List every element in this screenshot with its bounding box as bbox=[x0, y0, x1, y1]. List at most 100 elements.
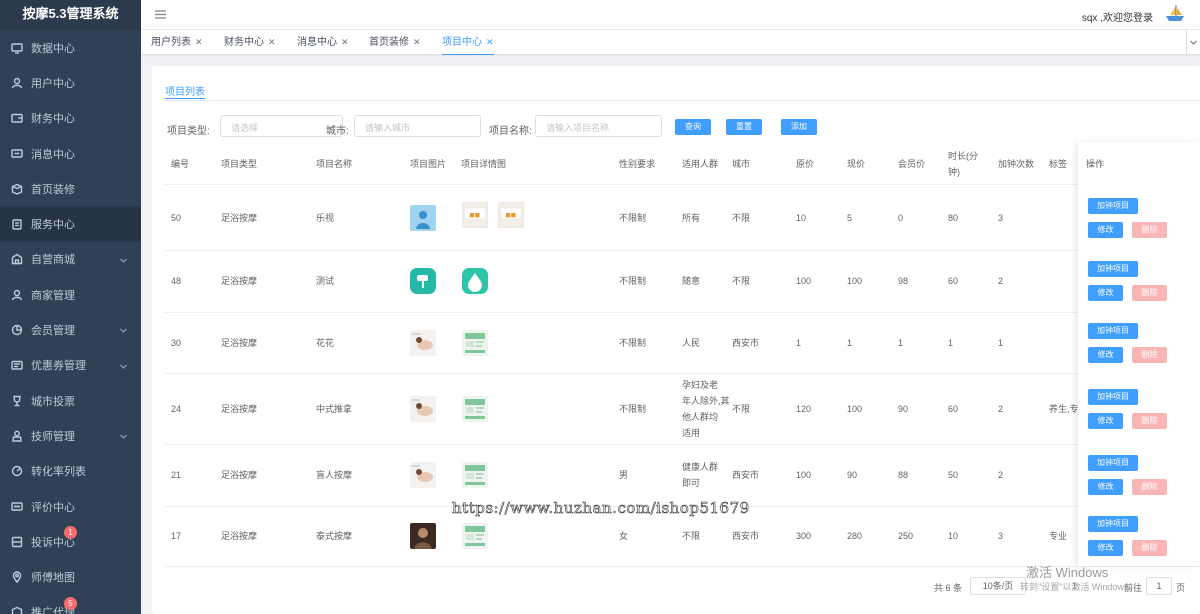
cell-crowd: 所有 bbox=[682, 212, 701, 223]
search-button[interactable]: 查询 bbox=[675, 119, 711, 135]
add-time-button[interactable]: 加钟项目 bbox=[1088, 322, 1138, 339]
cell-tag: 养生,专 bbox=[1049, 403, 1079, 414]
edit-button[interactable]: 修改 bbox=[1088, 346, 1123, 363]
close-icon[interactable]: ✕ bbox=[413, 37, 421, 47]
sidebar-item-label: 财务中心 bbox=[31, 113, 75, 126]
welcome-text: sqx ,欢迎您登录 bbox=[1081, 13, 1153, 24]
project-image[interactable] bbox=[410, 523, 436, 549]
project-image[interactable] bbox=[410, 204, 436, 231]
city-input-placeholder: 请输入城市 bbox=[365, 123, 411, 133]
avatar[interactable] bbox=[1164, 3, 1186, 25]
add-time-button[interactable]: 加钟项目 bbox=[1088, 261, 1138, 277]
sidebar-item-label: 服务中心 bbox=[31, 219, 75, 232]
name-input[interactable]: 请输入项目名称 bbox=[535, 115, 662, 137]
detail-image[interactable]: ■■ bbox=[498, 201, 530, 234]
row-divider bbox=[165, 373, 1200, 374]
sidebar-item[interactable]: 消息中心 bbox=[0, 136, 141, 171]
detail-image[interactable] bbox=[462, 395, 488, 422]
tab-scroll-button[interactable] bbox=[1186, 30, 1200, 55]
detail-image[interactable] bbox=[462, 268, 488, 294]
delete-button[interactable]: 删除 bbox=[1132, 412, 1167, 429]
cell-crowd: 随意 bbox=[682, 276, 701, 286]
page-size-select[interactable]: 10条/页 bbox=[970, 577, 1026, 595]
tab-label: 项目中心 bbox=[442, 37, 482, 48]
sidebar-item-label: 商家管理 bbox=[31, 289, 75, 302]
sidebar-item[interactable]: 数据中心 bbox=[0, 30, 141, 65]
goto-input[interactable]: 1 bbox=[1146, 577, 1172, 595]
detail-image[interactable]: ■■ bbox=[462, 201, 494, 234]
chevron-down-icon bbox=[120, 255, 127, 263]
add-time-button[interactable]: 加钟项目 bbox=[1088, 197, 1138, 214]
detail-image[interactable] bbox=[462, 329, 488, 356]
edit-button[interactable]: 修改 bbox=[1088, 479, 1123, 495]
reset-button[interactable]: 重置 bbox=[726, 119, 762, 135]
edit-button[interactable]: 修改 bbox=[1088, 285, 1123, 301]
tab-project-center[interactable]: 项目中心 ✕ bbox=[442, 30, 494, 55]
add-button[interactable]: 添加 bbox=[781, 119, 817, 135]
delete-button[interactable]: 删除 bbox=[1132, 285, 1167, 301]
tab-finance[interactable]: 财务中心 ✕ bbox=[224, 30, 276, 55]
sidebar-item[interactable]: 技师管理 bbox=[0, 418, 141, 453]
sidebar-item[interactable]: 首页装修 bbox=[0, 171, 141, 206]
project-image[interactable] bbox=[410, 329, 436, 356]
cell-name: 盲人按摩 bbox=[316, 470, 353, 480]
complaint-icon bbox=[11, 536, 23, 548]
close-icon[interactable]: ✕ bbox=[341, 37, 349, 47]
sidebar-item[interactable]: 财务中心 bbox=[0, 101, 141, 136]
sidebar-item[interactable]: 会员管理 bbox=[0, 312, 141, 347]
svg-text:■■: ■■ bbox=[505, 212, 516, 218]
add-time-button[interactable]: 加钟项目 bbox=[1088, 516, 1138, 532]
notification-badge: 1 bbox=[64, 526, 77, 540]
divider bbox=[165, 100, 1200, 101]
project-image[interactable] bbox=[410, 268, 436, 294]
delete-button[interactable]: 删除 bbox=[1132, 540, 1167, 556]
add-time-button[interactable]: 加钟项目 bbox=[1088, 388, 1138, 405]
sidebar-item[interactable]: 自营商城 bbox=[0, 242, 141, 277]
sidebar-item[interactable]: 商家管理 bbox=[0, 277, 141, 312]
tab-messages[interactable]: 消息中心 ✕ bbox=[297, 30, 349, 55]
tab-user-list[interactable]: 用户列表 ✕ bbox=[151, 30, 203, 55]
coupon-icon bbox=[11, 359, 23, 371]
close-icon[interactable]: ✕ bbox=[486, 37, 494, 47]
sidebar-item[interactable]: 城市投票 bbox=[0, 383, 141, 418]
detail-image[interactable] bbox=[462, 523, 488, 549]
sidebar-item[interactable]: 服务中心 bbox=[0, 206, 141, 242]
col-header-price: 原价 bbox=[796, 159, 815, 169]
cell-crowd: 人民 bbox=[682, 337, 701, 348]
cell-extra: 2 bbox=[998, 470, 1004, 480]
cell-dur: 60 bbox=[948, 403, 959, 414]
cell-city: 西安市 bbox=[732, 470, 760, 480]
sidebar-item[interactable]: 评价中心 bbox=[0, 489, 141, 524]
close-icon[interactable]: ✕ bbox=[195, 37, 203, 47]
detail-image[interactable] bbox=[462, 462, 488, 488]
cell-now: 5 bbox=[847, 212, 853, 223]
sidebar-item[interactable]: 师傅地图 bbox=[0, 559, 141, 594]
tab-home-decor[interactable]: 首页装修 ✕ bbox=[369, 30, 421, 55]
tab-project-list[interactable]: 项目列表 bbox=[165, 83, 205, 99]
close-icon[interactable]: ✕ bbox=[268, 37, 276, 47]
delete-button[interactable]: 删除 bbox=[1132, 221, 1167, 238]
sidebar-item[interactable]: 推广代理 5 bbox=[0, 595, 141, 614]
sidebar-item-label: 师傅地图 bbox=[31, 572, 75, 585]
sidebar-item[interactable]: 转化率列表 bbox=[0, 454, 141, 489]
cell-vip: 88 bbox=[898, 470, 909, 480]
type-select[interactable]: 请选择 bbox=[220, 115, 343, 137]
cell-gender: 不限制 bbox=[619, 212, 647, 223]
hamburger-icon[interactable] bbox=[155, 9, 166, 20]
project-image[interactable] bbox=[410, 395, 436, 422]
edit-button[interactable]: 修改 bbox=[1088, 221, 1123, 238]
add-time-button[interactable]: 加钟项目 bbox=[1088, 455, 1138, 471]
edit-button[interactable]: 修改 bbox=[1088, 412, 1123, 429]
delete-button[interactable]: 删除 bbox=[1132, 479, 1167, 495]
sidebar-item[interactable]: 优惠券管理 bbox=[0, 348, 141, 383]
delete-button[interactable]: 删除 bbox=[1132, 346, 1167, 363]
cell-type: 足浴按摩 bbox=[221, 403, 258, 414]
edit-button[interactable]: 修改 bbox=[1088, 540, 1123, 556]
sidebar-item-label: 用户中心 bbox=[31, 77, 75, 90]
sidebar-item[interactable]: 投诉中心 1 bbox=[0, 524, 141, 559]
city-input[interactable]: 请输入城市 bbox=[354, 115, 481, 137]
notification-badge: 5 bbox=[64, 596, 77, 610]
project-image[interactable] bbox=[410, 462, 436, 488]
total-count: 共 6 条 bbox=[934, 583, 963, 593]
sidebar-item[interactable]: 用户中心 bbox=[0, 65, 141, 100]
